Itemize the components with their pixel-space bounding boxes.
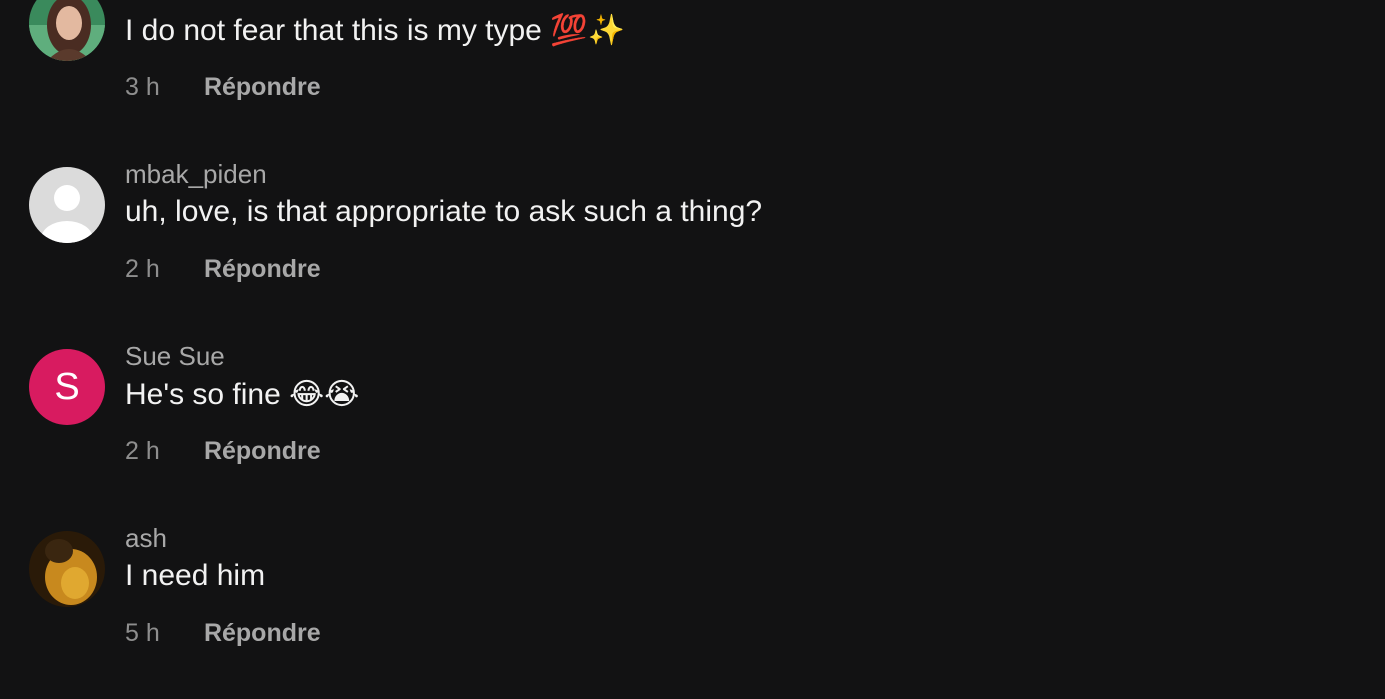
- comment-meta: 3 h Répondre: [125, 73, 321, 102]
- reply-button[interactable]: Répondre: [204, 437, 321, 465]
- comment-meta: 2 h Répondre: [125, 255, 321, 284]
- comment-text: uh, love, is that appropriate to ask suc…: [125, 195, 763, 228]
- comments-feed: I do not fear that this is my type 💯✨ 3 …: [0, 0, 1385, 699]
- comment-time: 5 h: [125, 619, 160, 647]
- default-user-icon: [29, 167, 105, 243]
- comment-time: 2 h: [125, 255, 160, 283]
- comment-username[interactable]: mbak_piden: [125, 159, 267, 190]
- user-photo-icon: [29, 0, 105, 61]
- user-avatar[interactable]: [29, 167, 105, 243]
- user-avatar[interactable]: S: [29, 349, 105, 425]
- user-photo-icon: [29, 531, 105, 607]
- comment-meta: 2 h Répondre: [125, 437, 321, 466]
- comment-username[interactable]: Sue Sue: [125, 341, 225, 372]
- comment-meta: 5 h Répondre: [125, 619, 321, 648]
- reply-button[interactable]: Répondre: [204, 619, 321, 647]
- comment-time: 3 h: [125, 73, 160, 101]
- comment-text: He's so fine 😂😭: [125, 378, 360, 411]
- comment-time: 2 h: [125, 437, 160, 465]
- reply-button[interactable]: Répondre: [204, 73, 321, 101]
- user-avatar[interactable]: [29, 531, 105, 607]
- comment-text: I do not fear that this is my type 💯✨: [125, 14, 625, 47]
- user-avatar[interactable]: [29, 0, 105, 61]
- reply-button[interactable]: Répondre: [204, 255, 321, 283]
- comment-username[interactable]: ash: [125, 523, 167, 554]
- comment-text: I need him: [125, 559, 266, 592]
